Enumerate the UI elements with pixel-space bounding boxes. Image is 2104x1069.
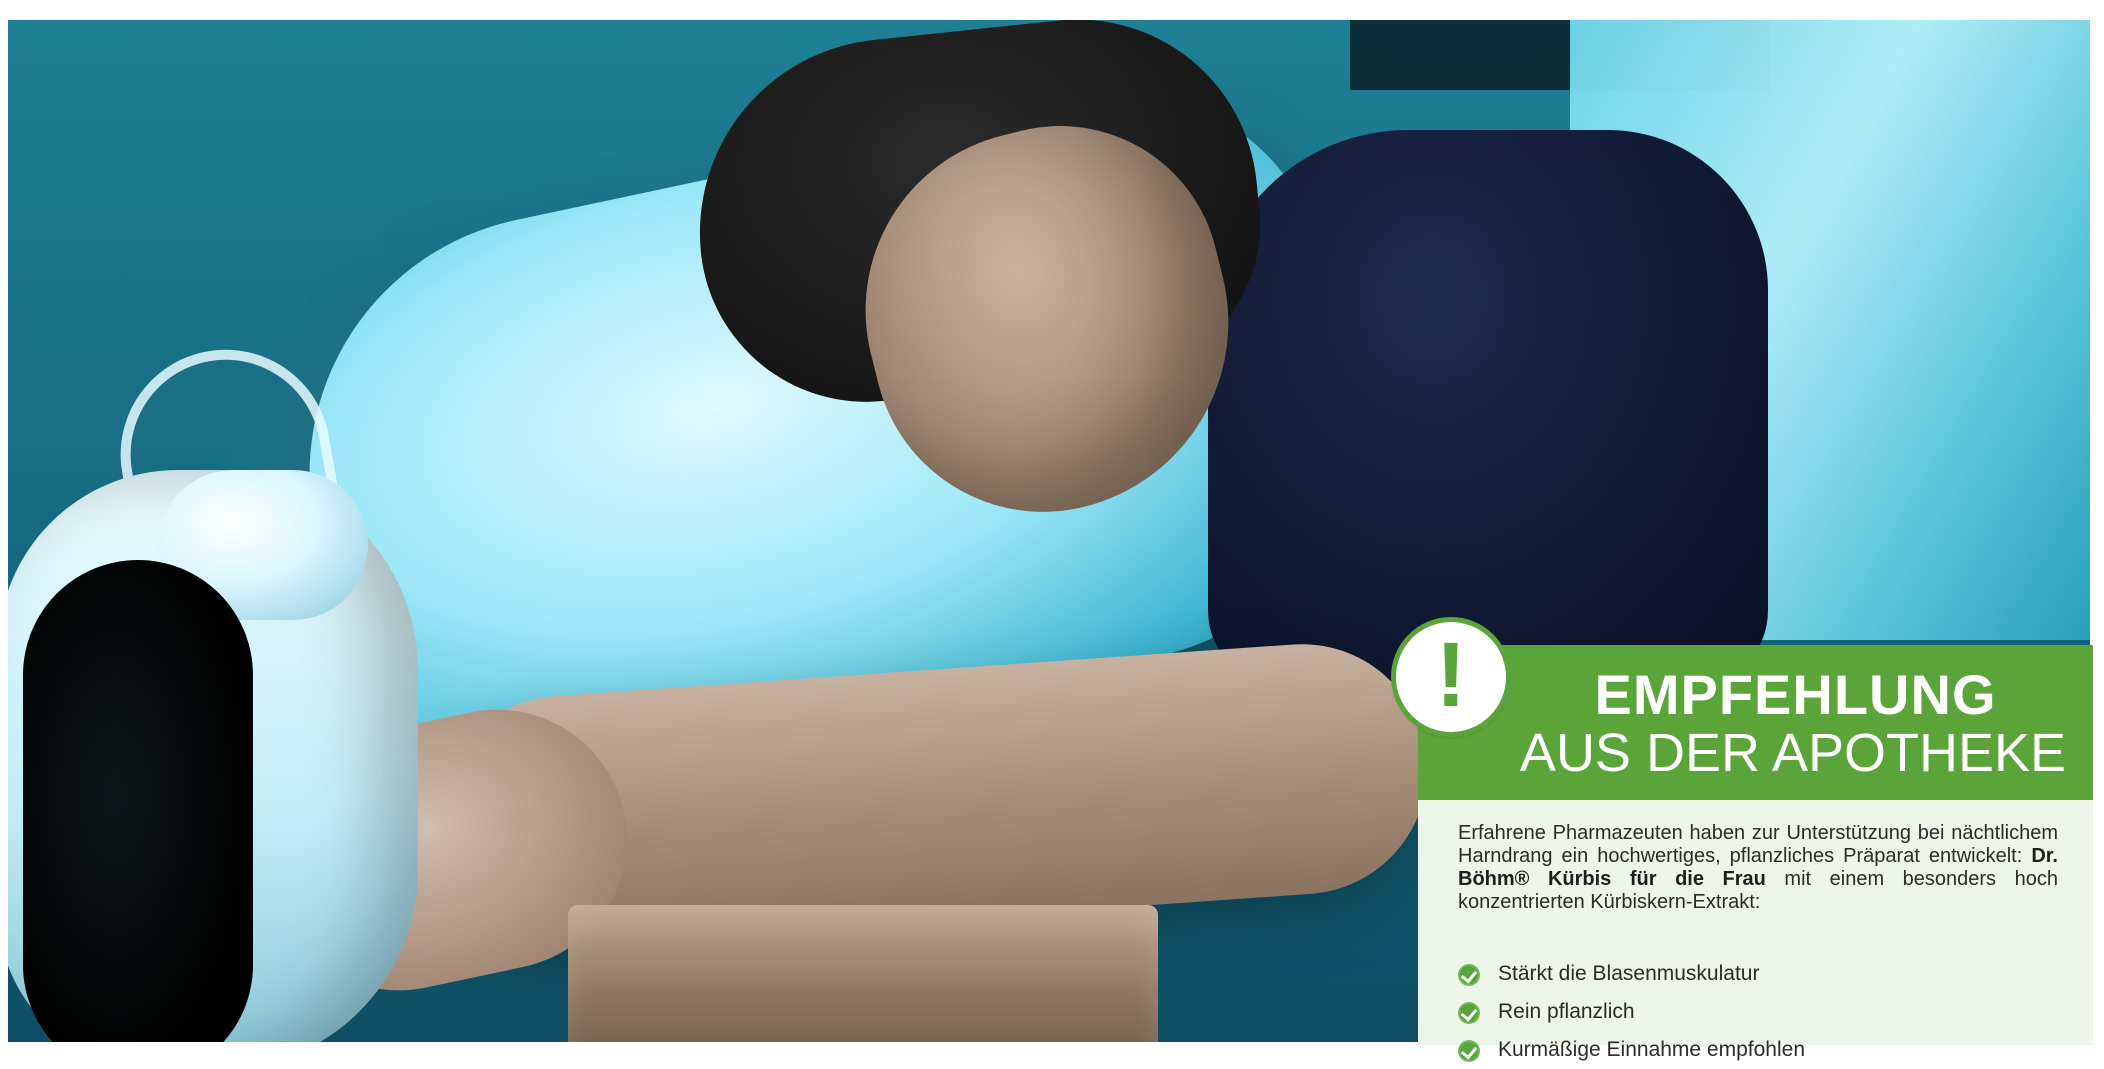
- benefit-text: Rein pflanzlich: [1498, 1000, 1635, 1023]
- benefits-list: Stärkt die Blasenmuskulatur Rein pflanzl…: [1458, 955, 2068, 1069]
- recommendation-paragraph-before: Erfahrene Pharmazeuten haben zur Unterst…: [1458, 822, 2058, 867]
- check-icon: [1458, 1040, 1480, 1062]
- check-icon: [1458, 964, 1480, 986]
- nightstand: [568, 905, 1158, 1042]
- check-icon: [1458, 1002, 1480, 1024]
- benefit-item: Kurmäßige Einnahme empfohlen: [1458, 1031, 2068, 1069]
- benefit-text: Kurmäßige Einnahme empfohlen: [1498, 1038, 1806, 1061]
- benefit-item: Rein pflanzlich: [1458, 993, 2068, 1031]
- recommendation-box: EMPFEHLUNG AUS DER APOTHEKE Erfahrene Ph…: [1418, 645, 2093, 1062]
- recommendation-header: EMPFEHLUNG AUS DER APOTHEKE: [1418, 645, 2093, 800]
- benefit-text: Stärkt die Blasenmuskulatur: [1498, 962, 1760, 985]
- recommendation-subtitle: AUS DER APOTHEKE: [1519, 723, 2067, 783]
- exclamation-badge: !: [1391, 617, 1511, 737]
- recommendation-content: Erfahrene Pharmazeuten haben zur Unterst…: [1418, 800, 2093, 1062]
- recommendation-paragraph: Erfahrene Pharmazeuten haben zur Unterst…: [1458, 822, 2058, 914]
- benefit-item: Stärkt die Blasenmuskulatur: [1458, 955, 2068, 993]
- exclamation-icon: !: [1435, 624, 1467, 726]
- alarm-clock-face: [23, 560, 253, 1042]
- recommendation-title: EMPFEHLUNG: [1594, 663, 1997, 726]
- shirt: [1208, 130, 1768, 690]
